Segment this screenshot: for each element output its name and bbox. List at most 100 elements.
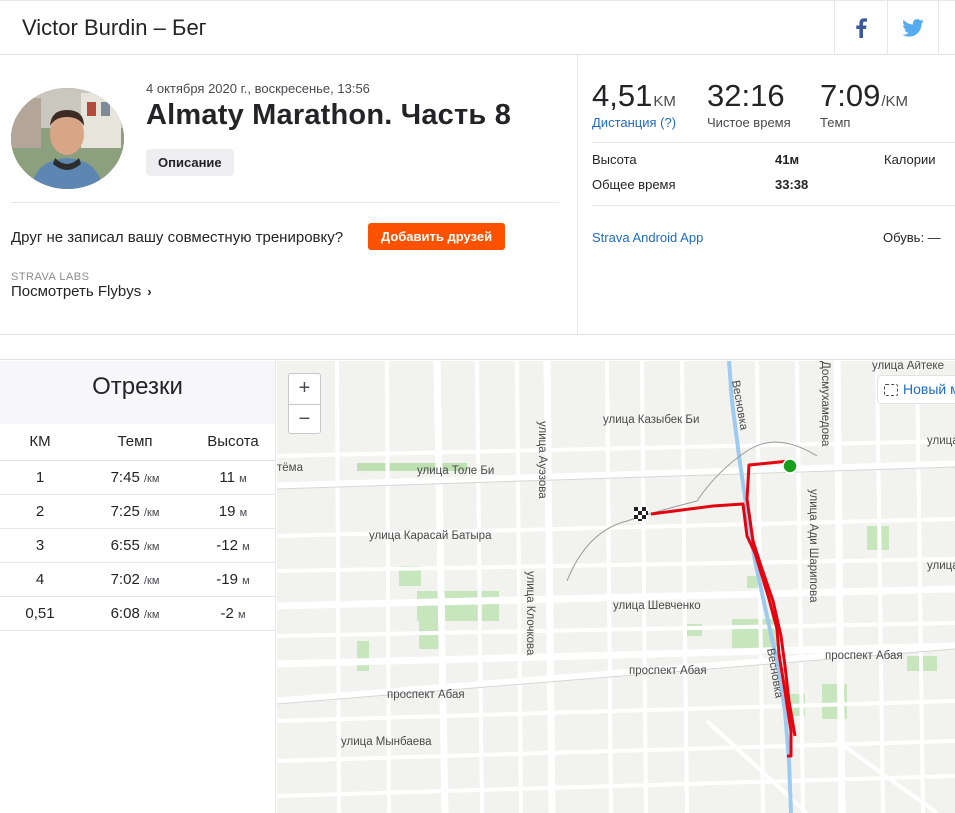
table-row: 0,51 6:08 /км -2 м: [0, 596, 276, 631]
split-elevation: 11 м: [190, 460, 276, 495]
pace-unit: /км: [143, 608, 160, 621]
elevation-unit: м: [239, 472, 247, 485]
elevation-unit: м: [237, 608, 246, 621]
device-link[interactable]: Strava Android App: [592, 230, 703, 245]
zoom-control: + −: [288, 373, 321, 434]
elevation-unit: м: [242, 540, 250, 553]
moving-time-label: Чистое время: [707, 115, 791, 130]
split-km: 0,51: [0, 596, 80, 631]
route-map[interactable]: тёма улица Толе Би улица Карасай Батыра …: [277, 361, 955, 813]
zoom-in-button[interactable]: +: [289, 374, 320, 404]
flybys-label: Посмотреть Flybys: [11, 283, 142, 300]
activity-name: Almaty Marathon. Часть 8: [146, 99, 512, 131]
split-pace: 7:02 /км: [80, 562, 190, 597]
split-elevation: 19 м: [190, 494, 276, 529]
street-label: улица Ауэзова: [536, 421, 548, 499]
table-row: 3 6:55 /км -12 м: [0, 528, 276, 563]
split-pace: 6:55 /км: [80, 528, 190, 563]
elevation-label: Высота: [592, 152, 637, 167]
street-label: улица Мынбаева: [341, 736, 432, 748]
vertical-divider: [577, 55, 578, 335]
splits-title: Отрезки: [0, 361, 275, 424]
divider: [592, 205, 955, 206]
pace-unit: /KM: [881, 93, 909, 110]
strava-labs-label: STRAVA LABS: [11, 271, 90, 283]
new-map-button[interactable]: Новый м: [877, 375, 955, 404]
street-label: улица Шевченко: [613, 600, 701, 612]
street-label: улица Казыбек Би: [603, 414, 699, 426]
pace-unit: /км: [143, 506, 160, 519]
split-elevation-value: -2: [220, 604, 234, 622]
street-label: проспект Абая: [629, 665, 707, 677]
split-km: 4: [0, 562, 80, 597]
map-style-icon: [884, 384, 898, 397]
flybys-link[interactable]: Посмотреть Flybys ›: [11, 283, 152, 300]
zoom-out-button[interactable]: −: [289, 404, 320, 434]
calories-label: Калории: [884, 152, 936, 167]
street-label: тёма: [277, 462, 304, 474]
share-twitter-button[interactable]: [887, 1, 939, 55]
share-facebook-button[interactable]: [834, 1, 886, 55]
description-button[interactable]: Описание: [146, 149, 234, 176]
street-label: улица Карасай Батыра: [369, 530, 492, 542]
start-marker-icon: [782, 458, 798, 474]
pace-unit: /км: [143, 574, 160, 587]
split-elevation-value: -12: [216, 536, 238, 554]
street-label: улица Клочкова: [524, 571, 536, 656]
new-map-label: Новый м: [903, 381, 955, 397]
split-elevation-value: 11: [219, 468, 235, 486]
elevation-unit: м: [242, 574, 250, 587]
map-canvas[interactable]: тёма улица Толе Би улица Карасай Батыра …: [277, 361, 955, 813]
elevation-value: 41м: [775, 152, 800, 167]
street-label: улица: [927, 560, 955, 572]
shoes-info: Обувь: —: [883, 230, 941, 245]
split-elevation: -12 м: [190, 528, 276, 563]
distance-help-link[interactable]: Дистанция (?): [592, 115, 676, 130]
split-pace-value: 6:55: [110, 536, 140, 554]
split-pace: 7:45 /км: [80, 460, 190, 495]
distance-stat: 4,51KM Дистанция (?): [592, 78, 676, 130]
table-row: 4 7:02 /км -19 м: [0, 562, 276, 597]
column-header-elevation: Высота: [190, 424, 276, 461]
facebook-icon: [855, 18, 867, 38]
divider: [11, 202, 559, 203]
activity-date: 4 октября 2020 г., воскресенье, 13:56: [146, 81, 370, 96]
split-km: 1: [0, 460, 80, 495]
street-label: проспект Абая: [825, 650, 903, 662]
street-label: улица Толе Би: [417, 465, 494, 477]
split-pace-value: 6:08: [110, 604, 140, 622]
street-label: проспект Абая: [387, 689, 465, 701]
elapsed-time-label: Общее время: [592, 177, 676, 192]
moving-time-value: 32:16: [707, 78, 785, 113]
distance-value: 4,51: [592, 78, 653, 113]
split-elevation-value: -19: [216, 570, 238, 588]
split-pace-value: 7:25: [110, 502, 140, 520]
friend-question: Друг не записал вашу совместную трениров…: [11, 229, 344, 246]
twitter-icon: [902, 19, 924, 37]
pace-value: 7:09: [820, 78, 881, 113]
split-km: 2: [0, 494, 80, 529]
elapsed-time-value: 33:38: [775, 177, 809, 192]
column-header-km: КМ: [0, 424, 80, 461]
chevron-right-icon: ›: [147, 284, 152, 299]
street-label: улица Айтеке: [872, 361, 944, 372]
section-separator: [0, 334, 955, 360]
pace-unit: /км: [143, 472, 160, 485]
add-friends-button[interactable]: Добавить друзей: [368, 223, 505, 250]
elevation-unit: м: [239, 506, 248, 519]
athlete-avatar[interactable]: [11, 88, 124, 189]
table-row: 1 7:45 /км 11 м: [0, 460, 276, 495]
street-label: улица Ади Шарипова: [807, 489, 819, 603]
splits-panel: Отрезки КМ Темп Высота 1 7:45 /км 11 м 2…: [0, 361, 276, 813]
activity-header: Victor Burdin – Бег: [0, 0, 955, 55]
split-km: 3: [0, 528, 80, 563]
split-pace: 6:08 /км: [80, 596, 190, 631]
splits-header-row: КМ Темп Высота: [0, 424, 276, 461]
distance-unit: KM: [653, 93, 676, 110]
split-elevation: -19 м: [190, 562, 276, 597]
pace-unit: /км: [143, 540, 160, 553]
column-header-pace: Темп: [80, 424, 190, 461]
moving-time-stat: 32:16 Чистое время: [707, 78, 791, 130]
finish-flag-icon: [634, 507, 648, 521]
street-label: улица: [927, 435, 955, 447]
